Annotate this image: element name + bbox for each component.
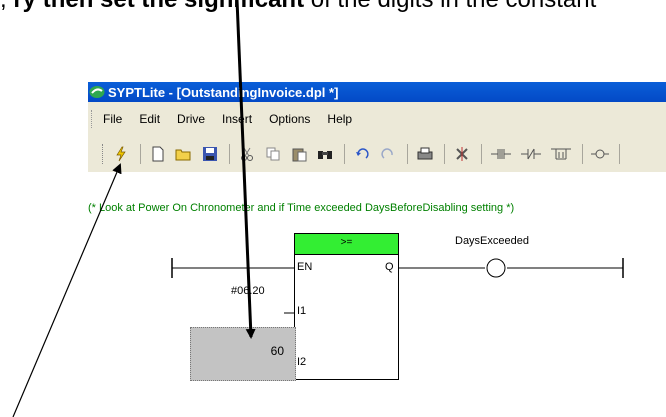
instruction-text: , ry then set the significant of the dig… <box>0 0 596 14</box>
menu-help[interactable]: Help <box>327 112 352 126</box>
print-icon[interactable] <box>415 144 435 164</box>
save-icon[interactable] <box>200 144 220 164</box>
toolbar <box>88 135 666 173</box>
coil-label: DaysExceeded <box>455 235 529 247</box>
redo-icon[interactable] <box>378 144 398 164</box>
menu-drive[interactable]: Drive <box>177 112 205 126</box>
menu-insert[interactable]: Insert <box>222 112 252 126</box>
menu-options[interactable]: Options <box>269 112 310 126</box>
new-file-icon[interactable] <box>148 144 168 164</box>
title-bar: SYPTLite - [OutstandingInvoice.dpl *] <box>88 82 666 102</box>
parameter-label: #06.20 <box>231 285 265 297</box>
pin-i2-label: I2 <box>297 356 307 368</box>
cut-icon[interactable] <box>237 144 257 164</box>
compile-icon[interactable] <box>452 144 472 164</box>
open-folder-icon[interactable] <box>174 144 194 164</box>
menu-file[interactable]: File <box>103 112 122 126</box>
lightning-icon[interactable] <box>111 144 131 164</box>
pin-q-label: Q <box>385 261 394 273</box>
contact-no-icon[interactable] <box>489 144 513 164</box>
menubar-grip <box>91 109 95 128</box>
copy-icon[interactable] <box>263 144 283 164</box>
application-window: SYPTLite - [OutstandingInvoice.dpl *] Fi… <box>88 82 666 417</box>
block-operator: >= <box>295 234 398 255</box>
comparison-block[interactable]: >= <box>294 233 399 380</box>
contact-nc-icon[interactable] <box>519 144 543 164</box>
toolbar-grip <box>102 143 106 164</box>
menu-bar: File Edit Drive Insert Options Help <box>88 102 666 135</box>
coil-icon[interactable] <box>590 144 610 164</box>
undo-icon[interactable] <box>352 144 372 164</box>
pin-en-label: EN <box>297 261 313 273</box>
window-title: SYPTLite - [OutstandingInvoice.dpl *] <box>108 84 339 100</box>
constant-input-box[interactable]: 60 <box>190 327 296 381</box>
paste-icon[interactable] <box>289 144 309 164</box>
contact-parallel-icon[interactable] <box>549 144 573 164</box>
constant-value: 60 <box>270 344 284 358</box>
menu-edit[interactable]: Edit <box>139 112 160 126</box>
pin-i1-label: I1 <box>297 305 307 317</box>
coil-symbol[interactable] <box>483 258 509 278</box>
ladder-canvas[interactable]: (* Look at Power On Chronometer and if T… <box>88 172 666 417</box>
app-icon <box>89 86 105 98</box>
find-icon[interactable] <box>315 144 335 164</box>
